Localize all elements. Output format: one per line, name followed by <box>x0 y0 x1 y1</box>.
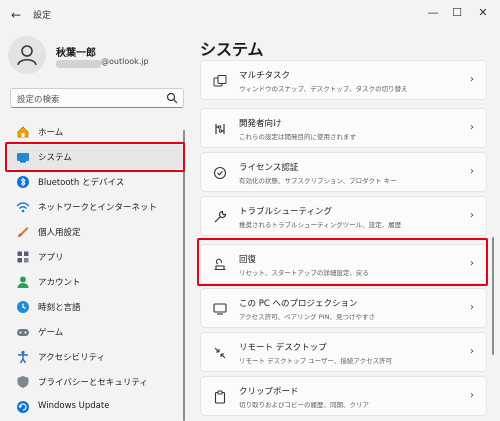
card-title: 回復 <box>239 255 257 265</box>
card-subtitle: リモート デスクトップ ユーザー、接続アクセス許可 <box>239 357 393 365</box>
developer-icon <box>215 124 225 134</box>
card-projection[interactable]: この PC へのプロジェクション アクセス許可、ペアリング PIN、見つけやすさ… <box>200 288 487 328</box>
sidebar-item-label: 時刻と言語 <box>38 303 81 313</box>
search-placeholder: 設定の検索 <box>17 95 60 105</box>
chevron-right-icon: › <box>470 346 474 357</box>
sidebar-item-time-language[interactable]: 時刻と言語 <box>8 295 184 319</box>
card-title: クリップボード <box>239 387 299 397</box>
chevron-right-icon: › <box>470 166 474 177</box>
gamepad-icon <box>17 329 29 336</box>
sidebar-item-label: ゲーム <box>38 328 64 338</box>
card-title: トラブルシューティング <box>239 207 332 217</box>
card-subtitle: 推奨されるトラブルシューティングツール、設定、履歴 <box>239 221 402 229</box>
chevron-right-icon: › <box>470 258 474 269</box>
sidebar-item-home[interactable]: ホーム <box>8 120 184 144</box>
window-title: 設定 <box>33 11 52 21</box>
brush-icon <box>18 227 29 237</box>
bluetooth-icon <box>17 176 29 188</box>
sidebar-item-label: Bluetooth とデバイス <box>38 178 125 188</box>
sidebar-item-personalization[interactable]: 個人用設定 <box>8 220 184 244</box>
card-recovery[interactable]: 回復 リセット、スタートアップの詳細設定、戻る › <box>200 244 487 284</box>
chevron-right-icon: › <box>470 302 474 313</box>
sidebar-item-network[interactable]: ネットワークとインターネット <box>8 195 184 219</box>
sidebar-item-accessibility[interactable]: アクセシビリティ <box>8 345 184 369</box>
sidebar-item-windows-update[interactable]: Windows Update <box>8 395 184 419</box>
card-multitasking[interactable]: マルチタスク ウィンドウのスナップ、デスクトップ、タスクの切り替え › <box>200 60 487 100</box>
sidebar-item-gaming[interactable]: ゲーム <box>8 320 184 344</box>
card-subtitle: ウィンドウのスナップ、デスクトップ、タスクの切り替え <box>239 85 408 93</box>
user-email: @outlook.jp <box>101 57 149 66</box>
maximize-button[interactable]: ☐ <box>446 4 468 22</box>
content-scrollbar[interactable] <box>492 237 494 355</box>
card-subtitle: 切り取りおよびコピーの履歴、同期、クリア <box>239 401 369 409</box>
avatar[interactable] <box>8 36 46 74</box>
card-activation[interactable]: ライセンス認証 有効化の状態、サブスクリプション、プロダクト キー › <box>200 152 487 192</box>
card-developers[interactable]: 開発者向け これらの設定は開発目的に使用されます › <box>200 108 487 148</box>
chevron-right-icon: › <box>470 390 474 401</box>
minimize-button[interactable]: — <box>422 4 444 22</box>
search-icon[interactable] <box>166 92 178 104</box>
account-icon <box>17 276 29 288</box>
email-redacted <box>56 60 101 68</box>
update-icon <box>17 401 29 413</box>
globe-clock-icon <box>17 301 29 313</box>
sidebar-item-label: アプリ <box>38 253 64 263</box>
sidebar-item-label: プライバシーとセキュリティ <box>38 378 148 388</box>
sidebar-item-apps[interactable]: アプリ <box>8 245 184 269</box>
home-icon <box>17 126 29 138</box>
sidebar-item-label: システム <box>38 153 72 163</box>
card-clipboard[interactable]: クリップボード 切り取りおよびコピーの履歴、同期、クリア › <box>200 376 487 416</box>
monitor-icon <box>17 153 29 163</box>
wifi-icon <box>16 202 30 213</box>
person-icon <box>17 45 37 66</box>
card-subtitle: アクセス許可、ペアリング PIN、見つけやすさ <box>239 313 375 321</box>
sidebar-item-label: アカウント <box>38 278 81 288</box>
clipboard-icon <box>214 390 226 404</box>
shield-icon <box>17 376 29 388</box>
card-title: リモート デスクトップ <box>239 343 327 353</box>
apps-icon <box>17 251 29 263</box>
sidebar-item-label: アクセシビリティ <box>38 353 106 363</box>
sidebar-item-accounts[interactable]: アカウント <box>8 270 184 294</box>
chevron-right-icon: › <box>470 210 474 221</box>
back-arrow-icon[interactable]: ← <box>8 7 24 23</box>
accessibility-icon <box>18 350 28 364</box>
card-subtitle: これらの設定は開発目的に使用されます <box>239 133 356 141</box>
wrench-icon <box>214 210 227 223</box>
search-input[interactable]: 設定の検索 <box>10 88 184 108</box>
card-title: ライセンス認証 <box>239 163 299 173</box>
remote-desktop-icon <box>214 347 226 359</box>
sidebar-item-label: ネットワークとインターネット <box>38 203 158 213</box>
close-button[interactable]: ✕ <box>472 4 494 22</box>
multitask-icon <box>213 75 227 87</box>
card-title: マルチタスク <box>239 71 291 81</box>
card-title: 開発者向け <box>239 119 282 129</box>
projection-icon <box>213 303 227 315</box>
card-title: この PC へのプロジェクション <box>239 299 358 309</box>
sidebar-item-privacy-security[interactable]: プライバシーとセキュリティ <box>8 370 184 394</box>
sidebar-item-system[interactable]: システム <box>8 145 184 169</box>
card-subtitle: 有効化の状態、サブスクリプション、プロダクト キー <box>239 177 397 185</box>
sidebar-item-label: 個人用設定 <box>38 228 81 238</box>
page-title: システム <box>200 40 264 59</box>
recovery-icon <box>214 258 226 271</box>
activation-icon <box>213 166 227 180</box>
sidebar-item-bluetooth[interactable]: Bluetooth とデバイス <box>8 170 184 194</box>
sidebar-item-label: ホーム <box>38 128 64 138</box>
card-troubleshoot[interactable]: トラブルシューティング 推奨されるトラブルシューティングツール、設定、履歴 › <box>200 196 487 236</box>
user-name: 秋葉一郎 <box>56 48 96 59</box>
chevron-right-icon: › <box>470 74 474 85</box>
chevron-right-icon: › <box>470 122 474 133</box>
sidebar-scrollbar[interactable] <box>183 130 185 421</box>
title-bar: ← 設定 — ☐ ✕ <box>0 0 500 30</box>
card-remote-desktop[interactable]: リモート デスクトップ リモート デスクトップ ユーザー、接続アクセス許可 › <box>200 332 487 372</box>
sidebar-item-label: Windows Update <box>38 401 110 411</box>
card-subtitle: リセット、スタートアップの詳細設定、戻る <box>239 269 369 277</box>
